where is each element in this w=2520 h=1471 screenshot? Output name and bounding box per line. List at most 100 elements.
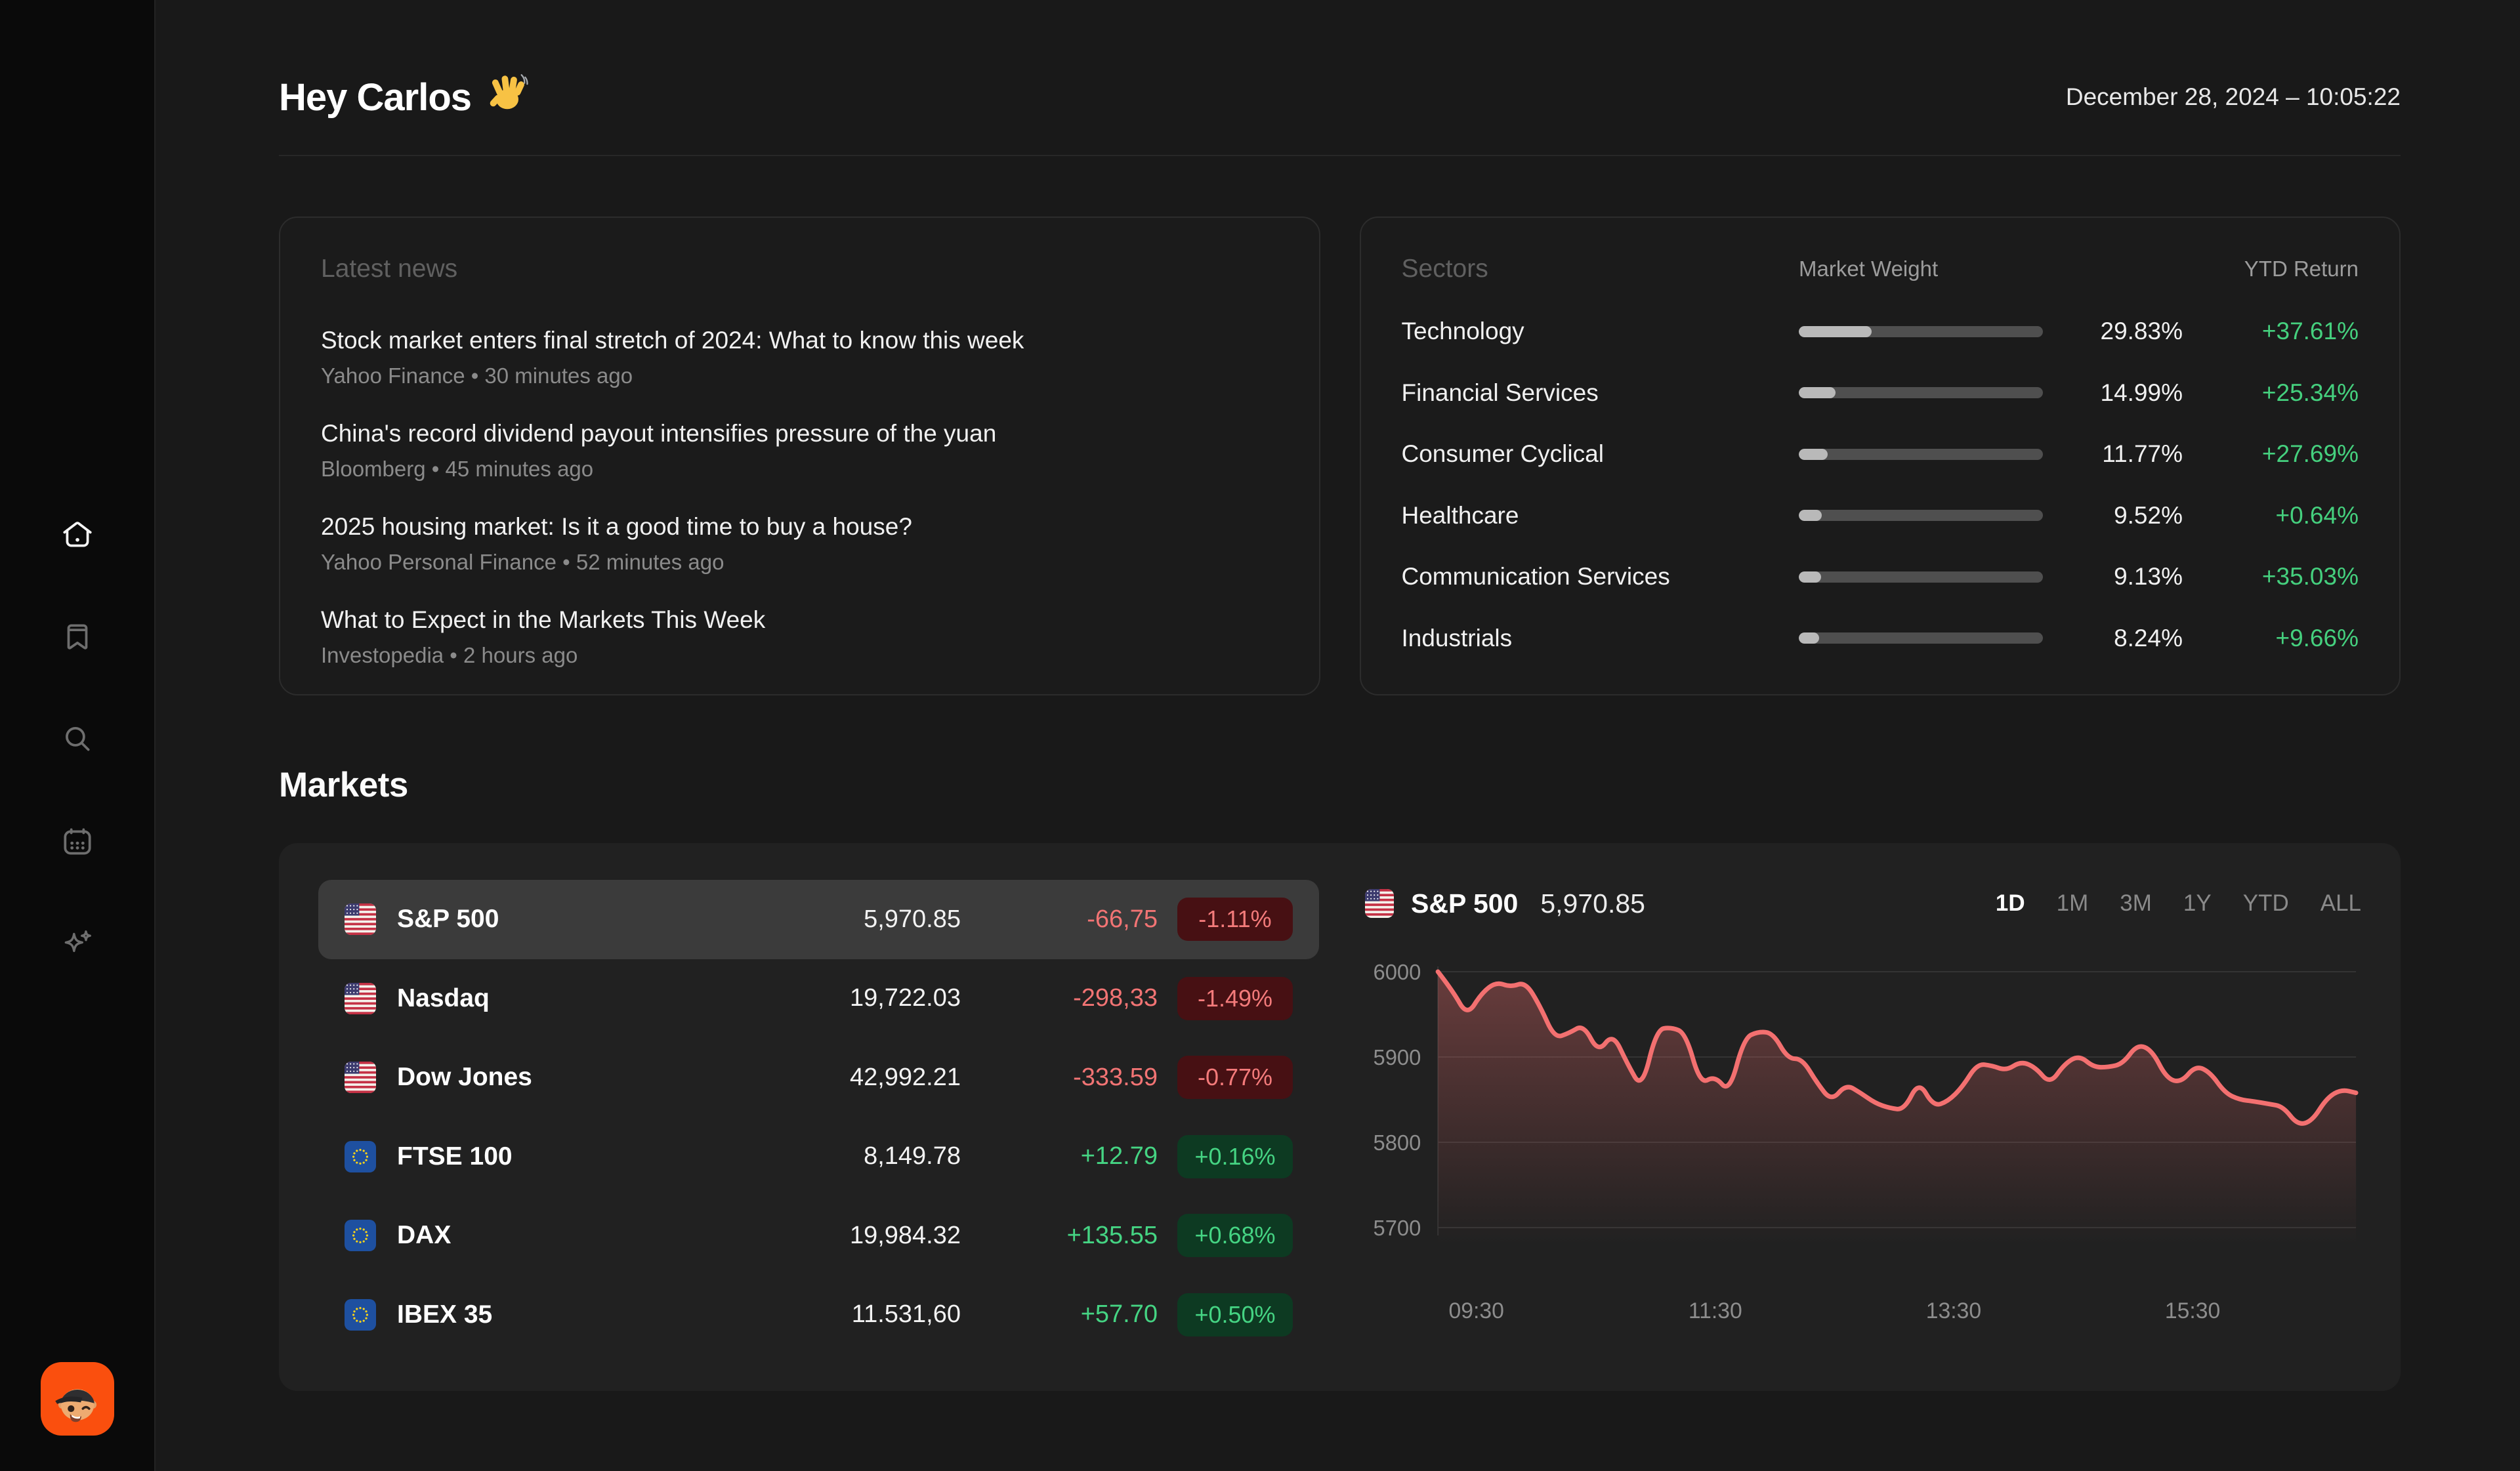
news-item[interactable]: Stock market enters final stretch of 202… xyxy=(321,327,1278,388)
svg-text:5800: 5800 xyxy=(1374,1130,1421,1155)
sparkles-icon xyxy=(60,926,95,962)
sector-weight-value: 8.24% xyxy=(2068,625,2183,652)
index-change: +12.79 xyxy=(980,1142,1158,1171)
news-list: Stock market enters final stretch of 202… xyxy=(321,327,1278,668)
market-weight-bar xyxy=(1799,510,2043,521)
home-icon xyxy=(60,517,95,552)
user-avatar[interactable] xyxy=(41,1362,114,1436)
index-change: +135.55 xyxy=(980,1222,1158,1250)
sector-row: Consumer Cyclical 11.77% +27.69% xyxy=(1402,440,2359,468)
sector-row: Communication Services 9.13% +35.03% xyxy=(1402,563,2359,590)
sector-name: Consumer Cyclical xyxy=(1402,440,1774,468)
market-row-s-p-500[interactable]: S&P 5005,970.85-66,75-1.11% xyxy=(318,880,1319,959)
sector-ytd-return: +35.03% xyxy=(2208,563,2359,590)
sectors-card: Sectors Market Weight YTD Return Technol… xyxy=(1360,217,2401,695)
sector-ytd-return: +25.34% xyxy=(2208,379,2359,407)
news-meta: Investopedia • 2 hours ago xyxy=(321,643,1278,668)
timeframe-3m[interactable]: 3M xyxy=(2120,890,2152,917)
main-content: Hey Carlos December 28, 2024 – 10:05:22 … xyxy=(156,0,2520,1471)
timeframe-1m[interactable]: 1M xyxy=(2057,890,2089,917)
sector-weight-value: 9.52% xyxy=(2068,502,2183,529)
greeting-text: Hey Carlos xyxy=(279,75,471,119)
us-flag-icon xyxy=(345,1062,376,1093)
timeframe-1d[interactable]: 1D xyxy=(1996,890,2025,917)
sector-weight-value: 9.13% xyxy=(2068,563,2183,590)
sectors-card-title: Sectors xyxy=(1402,255,1774,283)
page-header: Hey Carlos December 28, 2024 – 10:05:22 xyxy=(279,71,2401,123)
sidebar-item-home[interactable] xyxy=(60,517,95,552)
timeframe-switcher: 1D 1M 3M 1Y YTD ALL xyxy=(1996,890,2361,917)
index-pct-badge: +0.16% xyxy=(1177,1135,1293,1178)
index-pct-badge: -0.77% xyxy=(1177,1056,1293,1099)
sector-weight-value: 11.77% xyxy=(2068,440,2183,468)
sector-ytd-return: +0.64% xyxy=(2208,502,2359,529)
svg-text:6000: 6000 xyxy=(1374,960,1421,984)
timeframe-ytd[interactable]: YTD xyxy=(2243,890,2289,917)
markets-table: S&P 5005,970.85-66,75-1.11% Nasdaq 19,722.… xyxy=(318,880,1319,1354)
news-item[interactable]: China's record dividend payout intensifi… xyxy=(321,420,1278,482)
news-card-title: Latest news xyxy=(321,255,1278,283)
index-pct-badge: +0.68% xyxy=(1177,1214,1293,1257)
index-value: 5,970.85 xyxy=(724,905,961,934)
sidebar-item-search[interactable] xyxy=(60,722,95,757)
market-row-ftse-100[interactable]: FTSE 1008,149.78+12.79+0.16% xyxy=(318,1117,1319,1197)
market-row-dow-jones[interactable]: Dow Jones42,992.21-333.59-0.77% xyxy=(318,1038,1319,1117)
news-item[interactable]: 2025 housing market: Is it a good time t… xyxy=(321,513,1278,575)
sidebar-item-bookmark[interactable] xyxy=(60,619,95,655)
timeframe-all[interactable]: ALL xyxy=(2320,890,2361,917)
index-pct-badge: -1.49% xyxy=(1177,977,1293,1020)
col-ytd-return: YTD Return xyxy=(2208,257,2359,281)
app-root: Hey Carlos December 28, 2024 – 10:05:22 … xyxy=(0,0,2520,1471)
news-headline: Stock market enters final stretch of 202… xyxy=(321,327,1278,354)
market-row-ibex-35[interactable]: IBEX 3511.531,60+57.70+0.50% xyxy=(318,1275,1319,1355)
market-row-dax[interactable]: DAX19,984.32+135.55+0.68% xyxy=(318,1196,1319,1275)
sector-rows: Technology29.83%+37.61% Financial Service… xyxy=(1402,318,2359,657)
news-meta: Yahoo Finance • 30 minutes ago xyxy=(321,363,1278,388)
svg-text:5700: 5700 xyxy=(1374,1216,1421,1240)
top-cards: Latest news Stock market enters final st… xyxy=(279,217,2401,695)
news-item[interactable]: What to Expect in the Markets This WeekI… xyxy=(321,606,1278,668)
sector-name: Technology xyxy=(1402,318,1774,345)
index-name: FTSE 100 xyxy=(397,1142,705,1171)
index-change: +57.70 xyxy=(980,1300,1158,1329)
chart-index-name: S&P 500 xyxy=(1411,888,1518,919)
sidebar-item-calendar[interactable] xyxy=(60,824,95,860)
index-change: -298,33 xyxy=(980,984,1158,1012)
waving-hand-icon xyxy=(486,71,529,123)
us-flag-icon xyxy=(345,903,376,935)
sector-ytd-return: +9.66% xyxy=(2208,625,2359,652)
sector-row: Technology29.83%+37.61% xyxy=(1402,318,2359,345)
sidebar xyxy=(0,0,156,1471)
price-chart: 600059005800570009:3011:3013:3015:30 xyxy=(1365,932,2361,1352)
market-weight-bar xyxy=(1799,571,2043,583)
sector-name: Communication Services xyxy=(1402,563,1774,590)
header-divider xyxy=(279,155,2401,156)
market-row-nasdaq[interactable]: Nasdaq 19,722.03 -298,33 -1.49% xyxy=(318,959,1319,1039)
sector-row: Industrials8.24%+9.66% xyxy=(1402,625,2359,652)
eu-flag-icon xyxy=(345,1141,376,1172)
timeframe-1y[interactable]: 1Y xyxy=(2183,890,2212,917)
market-weight-bar xyxy=(1799,449,2043,460)
svg-text:15:30: 15:30 xyxy=(2165,1298,2220,1323)
sector-name: Healthcare xyxy=(1402,502,1774,529)
index-name: Nasdaq xyxy=(397,984,705,1013)
index-change: -333.59 xyxy=(980,1064,1158,1092)
col-market-weight: Market Weight xyxy=(1799,257,2043,281)
index-value: 19,722.03 xyxy=(724,984,961,1012)
news-meta: Yahoo Personal Finance • 52 minutes ago xyxy=(321,550,1278,575)
index-pct-badge: +0.50% xyxy=(1177,1293,1293,1336)
sector-name: Financial Services xyxy=(1402,379,1774,407)
sector-row: Financial Services14.99%+25.34% xyxy=(1402,379,2359,407)
chart-index-value: 5,970.85 xyxy=(1540,888,1645,919)
market-weight-bar xyxy=(1799,326,2043,337)
sector-ytd-return: +27.69% xyxy=(2208,440,2359,468)
search-icon xyxy=(60,722,95,757)
market-weight-bar xyxy=(1799,387,2043,398)
svg-text:13:30: 13:30 xyxy=(1926,1298,1981,1323)
index-value: 11.531,60 xyxy=(724,1300,961,1329)
news-headline: 2025 housing market: Is it a good time t… xyxy=(321,513,1278,541)
markets-panel: S&P 5005,970.85-66,75-1.11% Nasdaq 19,722.… xyxy=(279,843,2401,1391)
index-name: Dow Jones xyxy=(397,1063,705,1092)
datetime: December 28, 2024 – 10:05:22 xyxy=(2066,83,2401,111)
sidebar-item-sparkles[interactable] xyxy=(60,926,95,962)
